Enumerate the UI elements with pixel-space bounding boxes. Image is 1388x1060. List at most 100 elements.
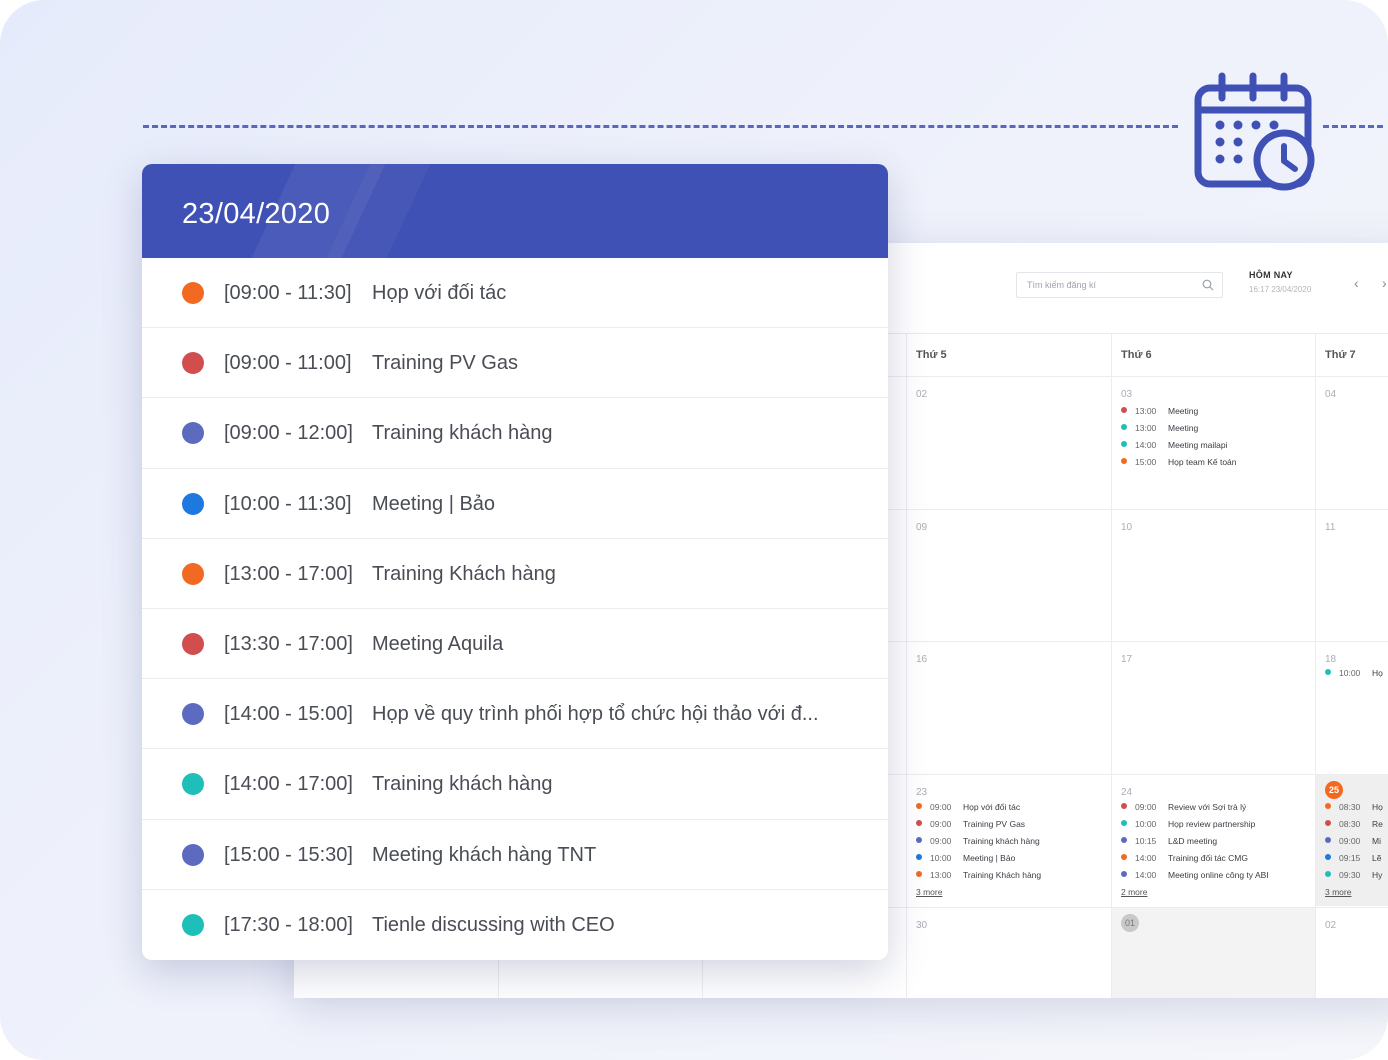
event-row[interactable]: [13:00 - 17:00] Training Khách hàng (142, 539, 888, 609)
today-badge: 25 (1325, 781, 1343, 799)
day-cell-today[interactable]: 25 08:30 Họ 08:30 Re 09:00 Mi 09:15 Lẽ 09:30… (1315, 775, 1388, 907)
calendar-event[interactable]: 15:00 Họp team Kế toán (1121, 457, 1321, 467)
day-cell[interactable]: 24 09:00 Review với Sợi trà lý 10:00 Họp r… (1111, 775, 1315, 907)
event-row[interactable]: [09:00 - 11:00] Training PV Gas (142, 328, 888, 399)
day-number: 18 (1325, 654, 1337, 665)
chevron-right-icon[interactable]: › (1382, 275, 1387, 291)
day-cell[interactable]: 03 13:00 Meeting 13:00 Meeting 14:00 Meetin… (1111, 377, 1315, 509)
event-row[interactable]: [17:30 - 18:00] Tienle discussing with C… (142, 890, 888, 960)
event-title: Meeting (1168, 423, 1199, 433)
more-link[interactable]: 3 more (916, 887, 942, 897)
event-time: 09:00 (930, 819, 952, 829)
calendar-event[interactable]: 10:00 Họp review partnership (1121, 819, 1321, 829)
event-dot (182, 562, 204, 585)
day-cell[interactable]: 16 (906, 642, 1110, 774)
event-time: [13:00 - 17:00] (224, 562, 353, 585)
event-dot (1325, 837, 1331, 843)
event-title: Họp team Kế toán (1168, 457, 1237, 467)
event-time: [13:30 - 17:00] (224, 632, 353, 655)
calendar-event[interactable]: 14:00 Training đối tác CMG (1121, 853, 1321, 863)
event-time: 14:00 (1135, 870, 1157, 880)
calendar-event[interactable]: 14:00 Meeting online công ty ABI (1121, 870, 1321, 880)
day-header-thu: Thứ 5 (916, 349, 947, 361)
day-cell[interactable]: 23 09:00 Họp với đối tác 09:00 Training PV… (906, 775, 1110, 907)
event-dot (1121, 871, 1127, 877)
day-number: 04 (1325, 389, 1337, 400)
calendar-event[interactable]: 09:00 Họp với đối tác (916, 802, 1116, 812)
today-button[interactable]: HÔM NAY (1249, 270, 1293, 280)
more-link[interactable]: 3 more (1325, 887, 1351, 897)
day-cell[interactable]: 04 (1315, 377, 1388, 509)
day-cell[interactable]: 18 10:00 Họ (1315, 642, 1388, 774)
calendar-event[interactable]: 13:00 Meeting (1121, 406, 1321, 416)
event-time: 10:00 (930, 853, 952, 863)
event-title: Review với Sợi trà lý (1168, 802, 1247, 812)
event-dot (182, 282, 204, 304)
calendar-event[interactable]: 09:15 Lẽ (1325, 853, 1388, 863)
more-link[interactable]: 2 more (1121, 887, 1147, 897)
event-dot (1325, 803, 1331, 809)
calendar-event[interactable]: 10:15 L&D meeting (1121, 836, 1321, 846)
event-title: Training Khách hàng (963, 870, 1042, 880)
event-time: 09:00 (930, 802, 952, 812)
event-title: Re (1372, 819, 1383, 829)
day-cell[interactable]: 30 (906, 908, 1110, 998)
event-title: Họp về quy trình phối hợp tổ chức hội th… (372, 703, 819, 726)
event-dot (1121, 854, 1127, 860)
day-number: 16 (916, 654, 928, 665)
event-row[interactable]: [14:00 - 17:00] Training khách hàng (142, 749, 888, 820)
calendar-event[interactable]: 10:00 Họ (1325, 668, 1388, 678)
event-title: Meeting | Bảo (963, 853, 1016, 863)
event-list: [09:00 - 11:30] Họp với đối tác [09:00 -… (142, 258, 888, 960)
event-time: 09:00 (1135, 802, 1157, 812)
event-time: 13:00 (930, 870, 952, 880)
day-number: 02 (916, 389, 928, 400)
event-row[interactable]: [09:00 - 11:30] Họp với đối tác (142, 258, 888, 329)
event-time: [15:00 - 15:30] (224, 843, 353, 866)
day-cell[interactable]: 02 (1315, 908, 1388, 998)
event-time: [10:00 - 11:30] (224, 492, 352, 515)
calendar-event[interactable]: 09:00 Review với Sợi trà lý (1121, 802, 1321, 812)
event-dot (182, 352, 204, 375)
event-row[interactable]: [09:00 - 12:00] Training khách hàng (142, 398, 888, 469)
calendar-event[interactable]: 08:30 Họ (1325, 802, 1388, 812)
calendar-event[interactable]: 13:00 Meeting (1121, 423, 1321, 433)
calendar-event[interactable]: 10:00 Meeting | Bảo (916, 853, 1116, 863)
day-cell[interactable]: 02 (906, 377, 1110, 509)
event-dot (916, 871, 922, 877)
calendar-event[interactable]: 09:00 Mi (1325, 836, 1388, 846)
day-cell[interactable]: 11 (1315, 510, 1388, 642)
event-dot (182, 843, 204, 866)
calendar-event[interactable]: 08:30 Re (1325, 819, 1388, 829)
event-row[interactable]: [15:00 - 15:30] Meeting khách hàng TNT (142, 820, 888, 890)
event-row[interactable]: [13:30 - 17:00] Meeting Aquila (142, 609, 888, 680)
event-row[interactable]: [10:00 - 11:30] Meeting | Bảo (142, 469, 888, 539)
calendar-event[interactable]: 13:00 Training Khách hàng (916, 870, 1116, 880)
search-input[interactable]: Tìm kiếm đăng kí (1016, 272, 1223, 298)
event-time: [17:30 - 18:00] (224, 913, 353, 936)
day-cell[interactable]: 09 (906, 510, 1110, 642)
calendar-clock-icon (1194, 72, 1315, 191)
event-dot (1325, 854, 1331, 860)
day-cell[interactable]: 01 (1111, 908, 1315, 998)
event-title: Họp với đối tác (372, 282, 507, 304)
calendar-event[interactable]: 09:30 Hy (1325, 870, 1388, 880)
calendar-event[interactable]: 09:00 Training khách hàng (916, 836, 1116, 846)
event-dot (1121, 803, 1127, 809)
day-cell[interactable]: 17 (1111, 642, 1315, 774)
event-title: Meeting khách hàng TNT (372, 843, 597, 866)
event-time: [14:00 - 15:00] (224, 703, 353, 726)
event-dot (182, 632, 204, 655)
event-dot (1121, 820, 1127, 826)
day-cell[interactable]: 10 (1111, 510, 1315, 642)
day-number: 10 (1121, 522, 1133, 533)
event-row[interactable]: [14:00 - 15:00] Họp về quy trình phối hợ… (142, 679, 888, 750)
day-header-fri: Thứ 6 (1121, 349, 1152, 361)
chevron-left-icon[interactable]: ‹ (1354, 275, 1359, 291)
event-time: 10:00 (1339, 668, 1361, 678)
calendar-event[interactable]: 09:00 Training PV Gas (916, 819, 1116, 829)
event-dot (1325, 871, 1331, 877)
calendar-event[interactable]: 14:00 Meeting mailapi (1121, 440, 1321, 450)
event-time: [14:00 - 17:00] (224, 773, 353, 796)
event-dot (182, 492, 204, 515)
